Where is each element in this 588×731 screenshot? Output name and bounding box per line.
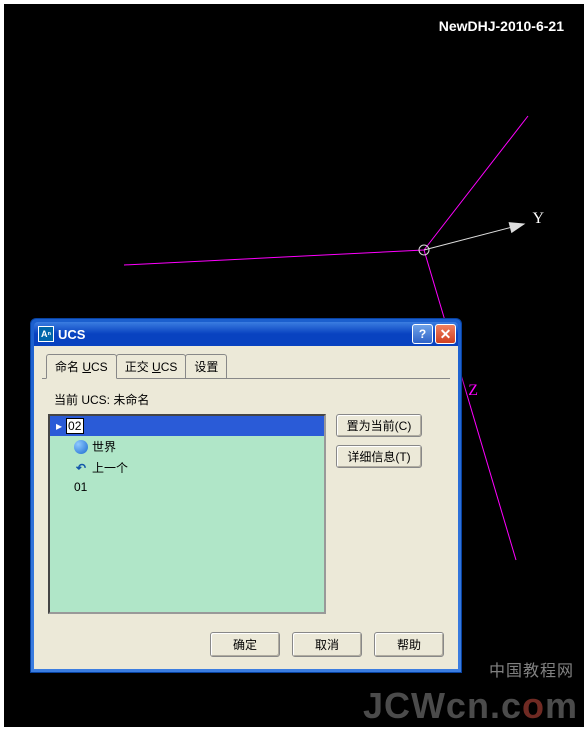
list-item-label: 世界 — [92, 438, 116, 455]
dialog-body: 命名 UCS 正交 UCS 设置 当前 UCS: 未命名 ▸ 02 — [34, 346, 458, 669]
details-button[interactable]: 详细信息(T) — [336, 445, 422, 468]
current-ucs-label: 当前 UCS: 未命名 — [54, 391, 444, 408]
titlebar-help-button[interactable]: ? — [412, 324, 433, 344]
side-button-group: 置为当前(C) 详细信息(T) — [336, 414, 422, 468]
ucs-dialog: Aⁿ UCS ? ✕ 命名 UCS 正交 UCS 设置 当前 UCS: 未命名 — [30, 318, 462, 673]
ucs-rename-input[interactable]: 02 — [66, 418, 84, 434]
tab-panel-named: 当前 UCS: 未命名 ▸ 02 世界 — [42, 379, 450, 622]
previous-icon: ↶ — [74, 461, 88, 475]
list-item-previous[interactable]: ↶ 上一个 — [50, 457, 324, 478]
globe-icon — [74, 440, 88, 454]
watermark-text-cn: 中国教程网 — [489, 657, 574, 681]
tab-settings[interactable]: 设置 — [185, 354, 227, 378]
list-item-world[interactable]: 世界 — [50, 436, 324, 457]
list-item-editing[interactable]: ▸ 02 — [50, 416, 324, 436]
help-button[interactable]: 帮助 — [374, 632, 444, 657]
ucs-listbox[interactable]: ▸ 02 世界 ↶ 上一个 — [48, 414, 326, 614]
tab-ortho-ucs[interactable]: 正交 UCS — [116, 354, 187, 378]
dialog-title: UCS — [58, 327, 410, 342]
list-item-label: 上一个 — [92, 459, 128, 476]
dialog-titlebar[interactable]: Aⁿ UCS ? ✕ — [34, 322, 458, 346]
titlebar-close-button[interactable]: ✕ — [435, 324, 456, 344]
drawing-stamp: NewDHJ-2010-6-21 — [439, 18, 564, 34]
axis-y-label: Y — [532, 210, 544, 228]
axis-z-label: Z — [468, 382, 478, 400]
ucs-arrow-icon: ▸ — [56, 419, 62, 433]
list-item-label: 01 — [74, 480, 87, 494]
cancel-button[interactable]: 取消 — [292, 632, 362, 657]
dialog-button-row: 确定 取消 帮助 — [42, 622, 450, 661]
cad-canvas[interactable]: NewDHJ-2010-6-21 Y Z 中国教程网 JCWcn.com Aⁿ … — [4, 4, 584, 727]
watermark-text-en: JCWcn.com — [363, 685, 578, 727]
app-icon: Aⁿ — [38, 326, 54, 342]
ok-button[interactable]: 确定 — [210, 632, 280, 657]
tab-named-ucs[interactable]: 命名 UCS — [46, 354, 117, 379]
tab-strip: 命名 UCS 正交 UCS 设置 — [42, 354, 450, 379]
list-item-01[interactable]: 01 — [50, 478, 324, 496]
set-current-button[interactable]: 置为当前(C) — [336, 414, 422, 437]
